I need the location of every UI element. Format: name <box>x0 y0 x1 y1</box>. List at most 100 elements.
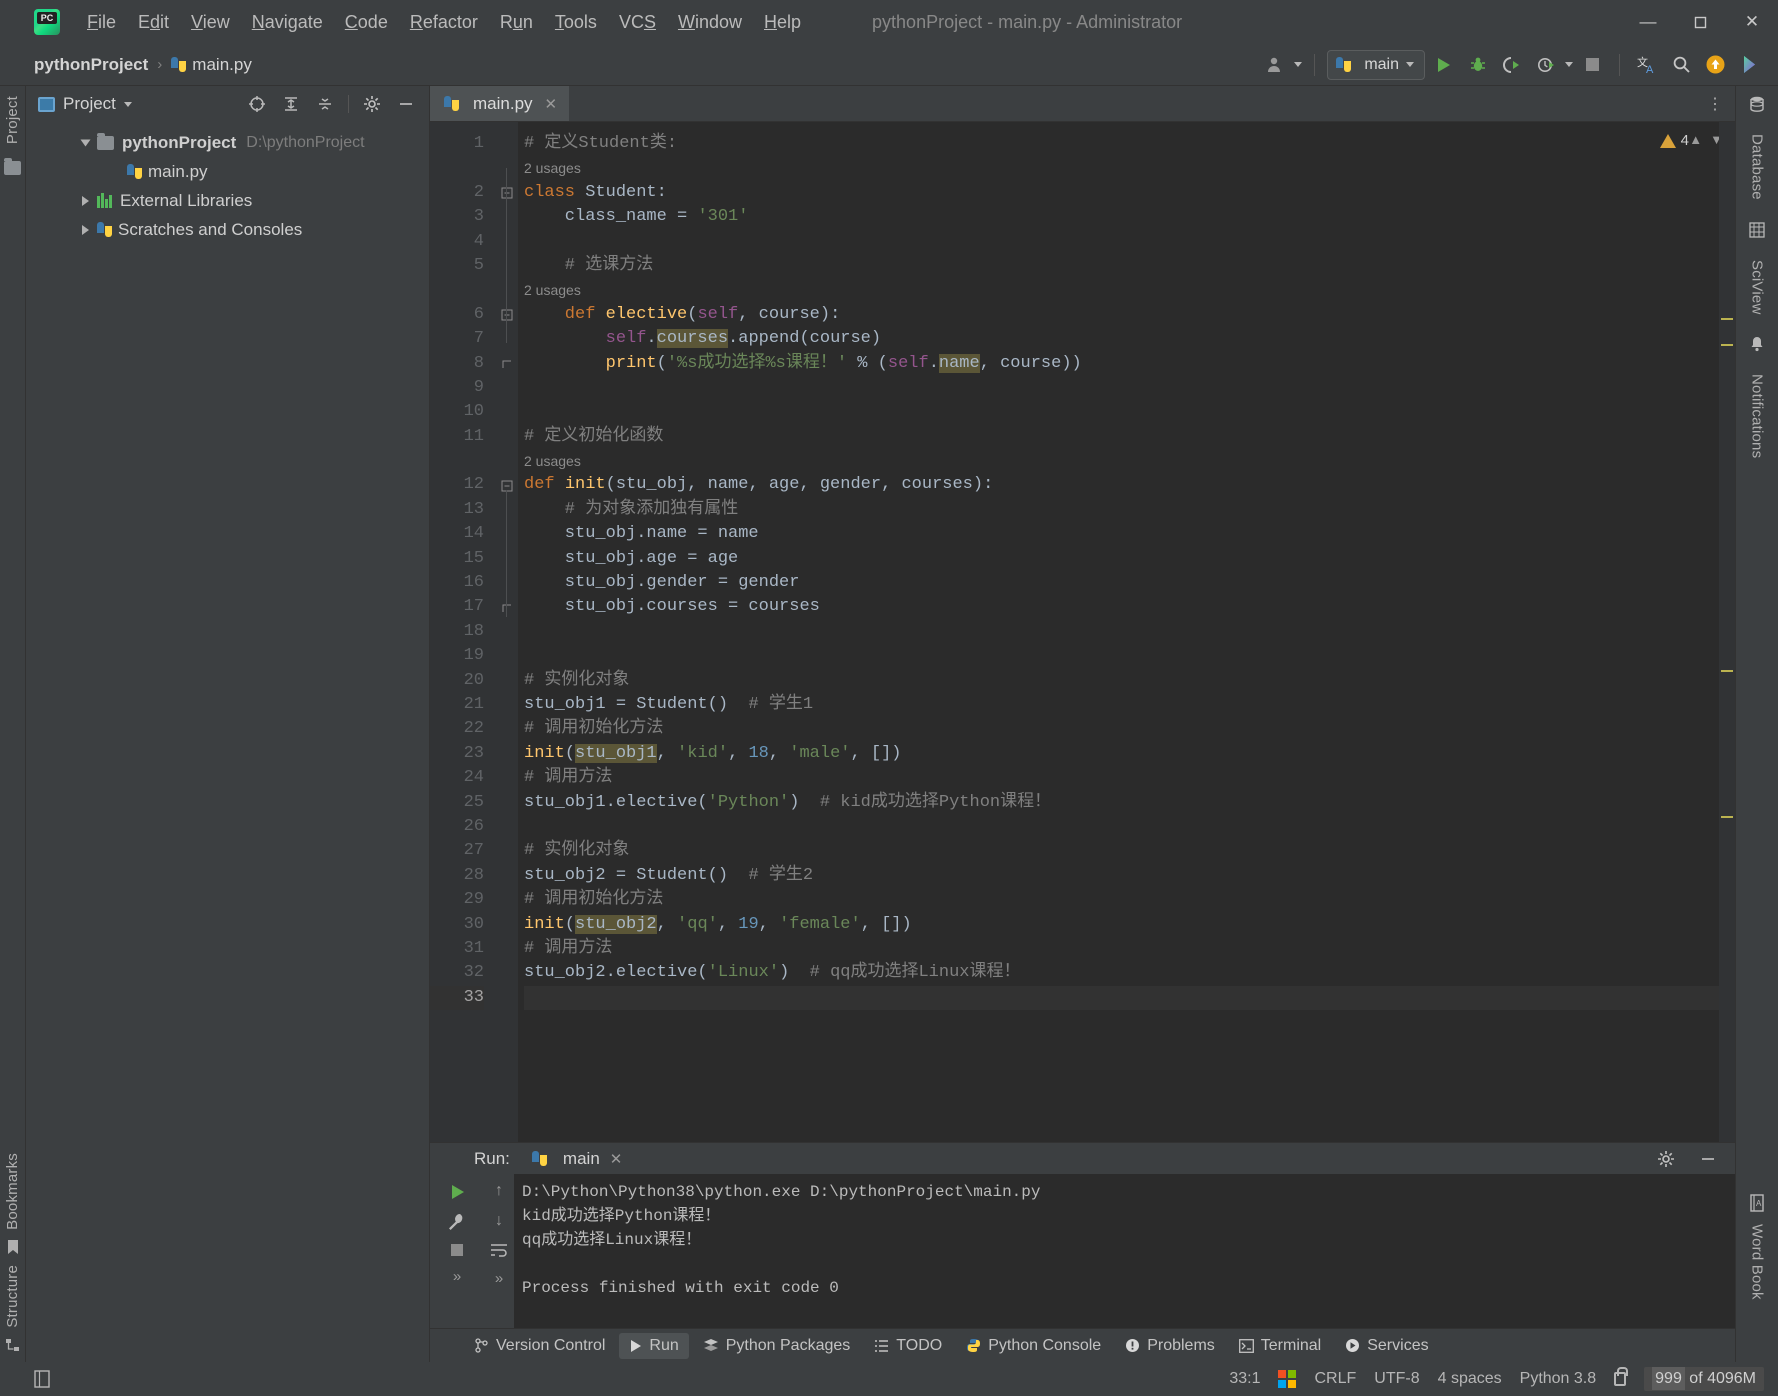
rerun-icon[interactable] <box>447 1182 467 1202</box>
sciview-icon[interactable] <box>1749 222 1765 238</box>
chevron-right-icon[interactable] <box>82 195 89 206</box>
scroll-up-icon[interactable]: ↑ <box>495 1182 503 1200</box>
menu-item-tools[interactable]: Tools <box>544 10 608 35</box>
code-text[interactable]: # 定义Student类: 2 usages class Student: clas… <box>518 122 1735 1142</box>
tree-node-external-libraries[interactable]: External Libraries <box>26 186 429 215</box>
menu-item-edit[interactable]: Edit <box>127 10 180 35</box>
run-tab-label[interactable]: main <box>563 1149 600 1169</box>
editor-marker-strip[interactable] <box>1719 122 1735 1142</box>
breadcrumb-file[interactable]: main.py <box>192 55 252 75</box>
folder-icon[interactable] <box>4 158 21 176</box>
rail-label-project[interactable]: Project <box>4 96 21 144</box>
rail-label-bookmarks[interactable]: Bookmarks <box>4 1153 21 1230</box>
settings-wrench-icon[interactable] <box>447 1212 467 1232</box>
bell-icon[interactable] <box>1749 336 1765 352</box>
fold-collapse-icon[interactable] <box>501 187 513 199</box>
run-settings-gear-icon[interactable] <box>1651 1144 1681 1174</box>
fold-collapse-icon[interactable] <box>501 480 513 492</box>
bookmark-icon[interactable] <box>6 1239 20 1255</box>
menu-item-refactor[interactable]: Refactor <box>399 10 489 35</box>
inspection-warning-badge[interactable]: 4 <box>1659 132 1689 149</box>
rail-label-database[interactable]: Database <box>1749 134 1766 200</box>
editor-tab-main-py[interactable]: main.py ✕ <box>430 86 570 121</box>
menu-item-view[interactable]: View <box>180 10 241 35</box>
toggle-toolwindows-icon[interactable] <box>34 1370 50 1388</box>
inspection-nav[interactable]: ▲ ▼ <box>1689 132 1723 147</box>
word-book-icon[interactable]: A <box>1749 1194 1765 1212</box>
run-with-coverage-button[interactable] <box>1497 50 1527 80</box>
close-button[interactable]: ✕ <box>1726 0 1778 44</box>
indent-setting[interactable]: 4 spaces <box>1438 1370 1502 1388</box>
soft-wrap-icon[interactable] <box>490 1242 508 1258</box>
close-run-tab-icon[interactable]: ✕ <box>610 1150 623 1168</box>
search-icon[interactable] <box>1666 50 1696 80</box>
close-tab-icon[interactable]: ✕ <box>545 95 558 113</box>
tool-window-run[interactable]: Run <box>619 1332 689 1359</box>
run-console-output[interactable]: D:\Python\Python38\python.exe D:\pythonP… <box>514 1174 1735 1328</box>
memory-indicator[interactable]: 999 of 4096M <box>1644 1367 1764 1391</box>
menu-item-code[interactable]: Code <box>334 10 399 35</box>
maximize-button[interactable] <box>1674 0 1726 44</box>
fold-collapse-icon[interactable] <box>501 309 513 321</box>
tree-node-scratches-and-consoles[interactable]: Scratches and Consoles <box>26 215 429 244</box>
menu-item-run[interactable]: Run <box>489 10 544 35</box>
line-separator[interactable]: CRLF <box>1314 1370 1356 1388</box>
chevron-right-icon[interactable] <box>82 224 89 235</box>
user-menu-caret-icon[interactable] <box>1294 62 1303 67</box>
run-button[interactable] <box>1429 50 1459 80</box>
translate-icon[interactable]: 文A <box>1632 50 1662 80</box>
line-number: 4 <box>473 231 484 251</box>
menu-item-vcs[interactable]: VCS <box>608 10 667 35</box>
code-folding-strip[interactable] <box>496 122 518 1142</box>
collapse-all-icon[interactable] <box>310 89 340 119</box>
tool-window-problems[interactable]: Problems <box>1115 1333 1225 1359</box>
hide-run-panel-icon[interactable] <box>1693 1144 1723 1174</box>
expand-more-icon[interactable]: » <box>453 1268 461 1285</box>
scroll-down-icon[interactable]: ↓ <box>495 1212 503 1230</box>
tool-window-todo[interactable]: TODO <box>864 1333 952 1359</box>
user-avatar-icon[interactable] <box>1260 50 1290 80</box>
tree-node-main-py[interactable]: main.py <box>26 157 429 186</box>
tool-window-python-console[interactable]: Python Console <box>956 1333 1111 1359</box>
structure-icon[interactable] <box>5 1338 20 1352</box>
file-encoding[interactable]: UTF-8 <box>1374 1370 1419 1388</box>
rail-label-notifications[interactable]: Notifications <box>1749 374 1766 458</box>
tool-window-services[interactable]: Services <box>1335 1333 1438 1359</box>
menu-item-window[interactable]: Window <box>667 10 753 35</box>
fold-end-icon[interactable] <box>501 602 513 614</box>
tool-window-version-control[interactable]: Version Control <box>464 1333 615 1359</box>
stop-process-icon[interactable] <box>449 1242 465 1258</box>
editor-options-icon[interactable]: ⋮ <box>1707 86 1735 121</box>
tool-window-terminal[interactable]: Terminal <box>1229 1333 1331 1359</box>
hide-panel-icon[interactable] <box>391 89 421 119</box>
project-view-chevron-icon[interactable] <box>123 101 132 107</box>
readonly-lock-icon[interactable] <box>1614 1367 1629 1386</box>
chevron-down-icon[interactable] <box>80 139 91 146</box>
stop-button[interactable] <box>1577 50 1607 80</box>
profile-button[interactable] <box>1531 50 1561 80</box>
rail-label-structure[interactable]: Structure <box>4 1265 21 1328</box>
breadcrumb-project[interactable]: pythonProject <box>34 55 148 75</box>
caret-position[interactable]: 33:1 <box>1229 1370 1260 1388</box>
settings-gear-icon[interactable] <box>357 89 387 119</box>
menu-item-file[interactable]: File <box>76 10 127 35</box>
minimize-button[interactable]: — <box>1622 0 1674 44</box>
run-configuration-selector[interactable]: main <box>1327 49 1425 80</box>
tree-node-pythonproject[interactable]: pythonProject D:\pythonProject <box>26 128 429 157</box>
share-icon[interactable] <box>1734 50 1764 80</box>
more-actions-icon[interactable]: » <box>495 1270 503 1287</box>
rail-label-sciview[interactable]: SciView <box>1749 260 1766 314</box>
python-interpreter[interactable]: Python 3.8 <box>1520 1370 1597 1388</box>
rail-label-word-book[interactable]: Word Book <box>1749 1224 1766 1300</box>
tool-window-python-packages[interactable]: Python Packages <box>693 1333 861 1359</box>
previous-problem-icon[interactable]: ▲ <box>1689 132 1702 147</box>
database-icon[interactable] <box>1749 96 1765 112</box>
profile-caret-icon[interactable] <box>1565 62 1573 67</box>
expand-all-icon[interactable] <box>276 89 306 119</box>
menu-item-help[interactable]: Help <box>753 10 812 35</box>
select-opened-file-icon[interactable] <box>242 89 272 119</box>
debug-button[interactable] <box>1463 50 1493 80</box>
menu-item-navigate[interactable]: Navigate <box>241 10 334 35</box>
update-project-icon[interactable] <box>1700 50 1730 80</box>
fold-end-icon[interactable] <box>501 358 513 370</box>
